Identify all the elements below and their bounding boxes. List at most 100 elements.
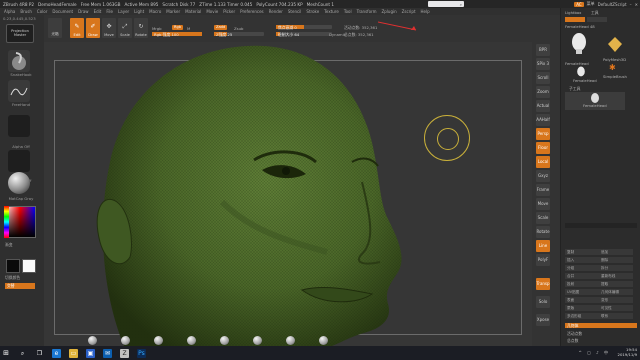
brush-ball-icon[interactable] [220, 336, 229, 345]
solo-button[interactable]: Solo [536, 296, 550, 308]
actual-button[interactable]: Actual [536, 100, 550, 112]
material-sphere[interactable] [8, 172, 30, 194]
projection-master-button[interactable]: Projection Master [6, 24, 34, 43]
document-canvas[interactable] [44, 42, 532, 346]
scale-view-button[interactable]: Scale [536, 212, 550, 224]
polyf-button[interactable]: PolyF [536, 254, 550, 266]
zadd-button[interactable]: Zadd [214, 25, 228, 30]
close-icon[interactable]: ✕ [635, 2, 638, 7]
main-color-swatch[interactable] [6, 259, 20, 273]
brush-thumbnail[interactable] [8, 50, 30, 72]
subtool-item[interactable]: FemaleHead [565, 92, 625, 110]
brush-ball-icon[interactable] [88, 336, 97, 345]
polygroups-button[interactable]: 多边形组 [565, 313, 599, 319]
remesh-button[interactable]: 重新布线 [599, 273, 633, 279]
append-button[interactable]: 追加 [599, 249, 633, 255]
scale-button[interactable]: ⤢ Scale [118, 18, 132, 38]
female-head-mesh[interactable] [62, 42, 442, 346]
menu-item-light[interactable]: Light [134, 9, 144, 14]
menu-item-stroke[interactable]: Stroke [306, 9, 319, 14]
draw-button[interactable]: ✐ Draw [86, 18, 100, 38]
scroll-button[interactable]: Scroll [536, 72, 550, 84]
texture-thumbnail[interactable] [8, 150, 30, 172]
rgb-button[interactable]: Rgb [172, 25, 184, 30]
menu-item-brush[interactable]: Brush [20, 9, 32, 14]
aahalf-button[interactable]: AAHalf [536, 114, 550, 126]
menu-item-file[interactable]: File [106, 9, 113, 14]
hue-strip[interactable] [4, 206, 9, 238]
rotate-view-button[interactable]: Rotate [536, 226, 550, 238]
brush-ball-icon[interactable] [121, 336, 130, 345]
menu-item-texture[interactable]: Texture [324, 9, 339, 14]
zsub-button[interactable]: Zsub [234, 26, 243, 31]
m-button[interactable]: M [187, 26, 190, 31]
menu-item-picker[interactable]: Picker [223, 9, 235, 14]
menu-item-edit[interactable]: Edit [94, 9, 102, 14]
transp-button[interactable]: Transp [536, 278, 550, 290]
menu-item-transform[interactable]: Transform [357, 9, 377, 14]
stroke-thumbnail[interactable] [8, 80, 30, 102]
menu-item-macro[interactable]: Macro [149, 9, 161, 14]
move-view-button[interactable]: Move [536, 198, 550, 210]
menu-item-zscript[interactable]: Zscript [402, 9, 416, 14]
brush-ball-icon[interactable] [253, 336, 262, 345]
minimize-icon[interactable]: – [630, 2, 632, 7]
menu-toggle[interactable]: 菜单 [587, 1, 595, 7]
menu-item-help[interactable]: Help [421, 9, 430, 14]
edge-icon[interactable]: e [52, 348, 61, 358]
title-badge[interactable]: AC [574, 1, 584, 7]
brush-ball-icon[interactable] [154, 336, 163, 345]
contact-button[interactable]: 联系 [599, 313, 633, 319]
xpose-button[interactable]: Xpose [536, 314, 550, 326]
system-tray-icons[interactable]: ^ ▢ ♪ 中 [579, 350, 611, 356]
line-fill-button[interactable]: Line Fill [536, 240, 550, 260]
switch-color-button[interactable]: 切换颜色 [5, 275, 20, 281]
windows-start-icon[interactable]: ⊞ [0, 346, 12, 360]
menu-item-render[interactable]: Render [269, 9, 283, 14]
group-button[interactable]: 分组 [565, 265, 599, 271]
deformation-button[interactable]: 变形 [599, 297, 633, 303]
gizmo-circle-icon[interactable] [424, 115, 470, 161]
save-as-button[interactable] [587, 17, 607, 22]
simplebrush-icon[interactable]: ✱ [609, 63, 616, 72]
brush-ball-icon[interactable] [286, 336, 295, 345]
tool-tab[interactable]: 工具 [591, 10, 599, 16]
load-tool-button[interactable] [565, 17, 585, 22]
geometry-edit-button[interactable]: 几何体编辑 [599, 289, 633, 295]
polymesh3d-thumbnail-icon[interactable] [605, 34, 625, 56]
project-button[interactable]: 投射 [565, 281, 599, 287]
secondary-color-swatch[interactable] [22, 259, 36, 273]
store-icon[interactable]: ▣ [86, 348, 95, 358]
default-zscript-button[interactable]: DefaultZScript [598, 2, 627, 7]
clock[interactable]: 19:54 2019/11/9 [618, 347, 637, 357]
alpha-thumbnail[interactable] [8, 115, 30, 137]
menu-item-tool[interactable]: Tool [344, 9, 352, 14]
uv-map-button[interactable]: UV贴图 [565, 289, 599, 295]
bpr-button[interactable]: BPR [536, 44, 550, 56]
extract-button[interactable]: 提取 [599, 281, 633, 287]
menu-item-stencil[interactable]: Stencil [288, 9, 302, 14]
zoom-button[interactable]: Zoom [536, 86, 550, 98]
menu-item-zplugin[interactable]: Zplugin [382, 9, 397, 14]
edit-button[interactable]: ✎ Edit [70, 18, 84, 38]
menu-item-marker[interactable]: Marker [166, 9, 180, 14]
masking-button[interactable]: 蒙版 [565, 305, 599, 311]
search-icon[interactable]: ⌕ [18, 349, 27, 358]
menu-item-preferences[interactable]: Preferences [240, 9, 264, 14]
menu-item-layer[interactable]: Layer [118, 9, 129, 14]
mrgb-button[interactable]: Mrgb [152, 26, 162, 31]
brush-ball-icon[interactable] [187, 336, 196, 345]
split-button[interactable]: 拆分 [599, 265, 633, 271]
insert-button[interactable]: 插入 [565, 257, 599, 263]
zbrush-icon[interactable]: Z [120, 348, 129, 358]
mail-icon[interactable]: ✉ [103, 348, 112, 358]
gxyz-button[interactable]: Gxyz [536, 170, 550, 182]
photoshop-icon[interactable]: Ps [137, 348, 146, 358]
menu-item-movie[interactable]: Movie [206, 9, 218, 14]
femalehead-thumbnail-icon[interactable] [569, 32, 589, 54]
visibility-button[interactable]: 可见性 [599, 305, 633, 311]
femalehead-small-icon[interactable] [575, 66, 587, 78]
merge-button[interactable]: 合并 [565, 273, 599, 279]
menu-item-material[interactable]: Material [185, 9, 201, 14]
brush-ball-icon[interactable] [319, 336, 328, 345]
